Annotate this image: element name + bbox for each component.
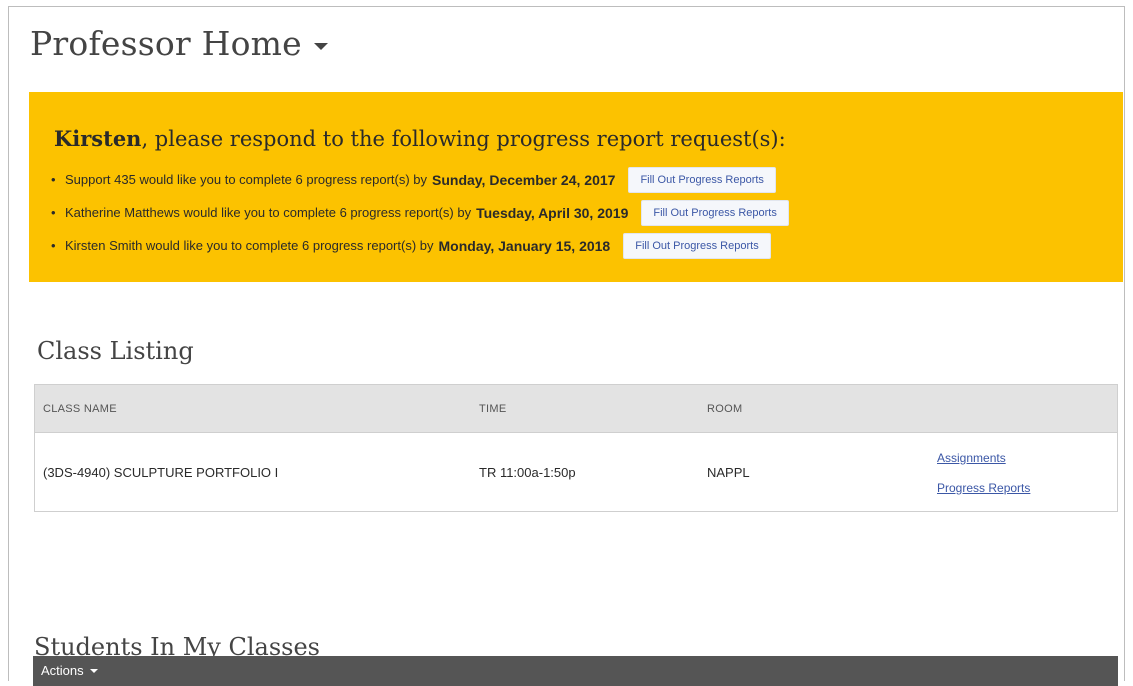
bullet-icon: • <box>51 172 56 187</box>
table-row: (3DS-4940) SCULPTURE PORTFOLIO I TR 11:0… <box>35 433 1118 512</box>
request-due-date: Sunday, December 24, 2017 <box>432 171 616 188</box>
class-name-cell: (3DS-4940) SCULPTURE PORTFOLIO I <box>43 464 279 480</box>
request-list: • Support 435 would like you to complete… <box>51 163 789 262</box>
chevron-down-icon <box>313 43 328 50</box>
class-time-cell: TR 11:00a-1:50p <box>479 464 576 480</box>
class-listing-title: Class Listing <box>37 337 194 365</box>
class-links: Assignments Progress Reports <box>937 449 1117 495</box>
request-due-date: Tuesday, April 30, 2019 <box>476 204 629 221</box>
students-actions-bar: Actions <box>33 656 1118 686</box>
actions-dropdown[interactable]: Actions <box>41 663 98 678</box>
chevron-down-icon <box>89 668 98 673</box>
request-due-date: Monday, January 15, 2018 <box>438 237 611 254</box>
bullet-icon: • <box>51 205 56 220</box>
column-header-room: ROOM <box>707 384 937 433</box>
request-text: Katherine Matthews would like you to com… <box>65 205 472 220</box>
class-room-cell: NAPPL <box>707 464 750 480</box>
page-title: Professor Home <box>30 24 302 63</box>
request-text: Kirsten Smith would like you to complete… <box>65 238 434 253</box>
table-header-row: CLASS NAME TIME ROOM <box>34 384 1118 433</box>
alert-message: , please respond to the following progre… <box>141 127 786 151</box>
request-item: • Kirsten Smith would like you to comple… <box>51 229 789 262</box>
column-header-links <box>937 384 1118 433</box>
column-header-class-name: CLASS NAME <box>34 384 479 433</box>
alert-user-name: Kirsten <box>54 126 142 151</box>
progress-reports-link[interactable]: Progress Reports <box>937 481 1117 495</box>
fill-out-progress-reports-button[interactable]: Fill Out Progress Reports <box>641 199 789 226</box>
actions-label: Actions <box>41 663 84 678</box>
page-title-dropdown[interactable]: Professor Home <box>30 24 328 63</box>
assignments-link[interactable]: Assignments <box>937 451 1117 465</box>
bullet-icon: • <box>51 238 56 253</box>
request-item: • Support 435 would like you to complete… <box>51 163 789 196</box>
fill-out-progress-reports-button[interactable]: Fill Out Progress Reports <box>628 166 776 193</box>
fill-out-progress-reports-button[interactable]: Fill Out Progress Reports <box>623 232 771 259</box>
request-item: • Katherine Matthews would like you to c… <box>51 196 789 229</box>
column-header-time: TIME <box>479 384 707 433</box>
alert-heading: Kirsten, please respond to the following… <box>54 126 786 151</box>
request-text: Support 435 would like you to complete 6… <box>65 172 428 187</box>
class-listing-table: CLASS NAME TIME ROOM (3DS-4940) SCULPTUR… <box>34 384 1118 512</box>
class-links-cell: Assignments Progress Reports <box>937 433 1118 512</box>
progress-report-alert: Kirsten, please respond to the following… <box>29 92 1123 282</box>
